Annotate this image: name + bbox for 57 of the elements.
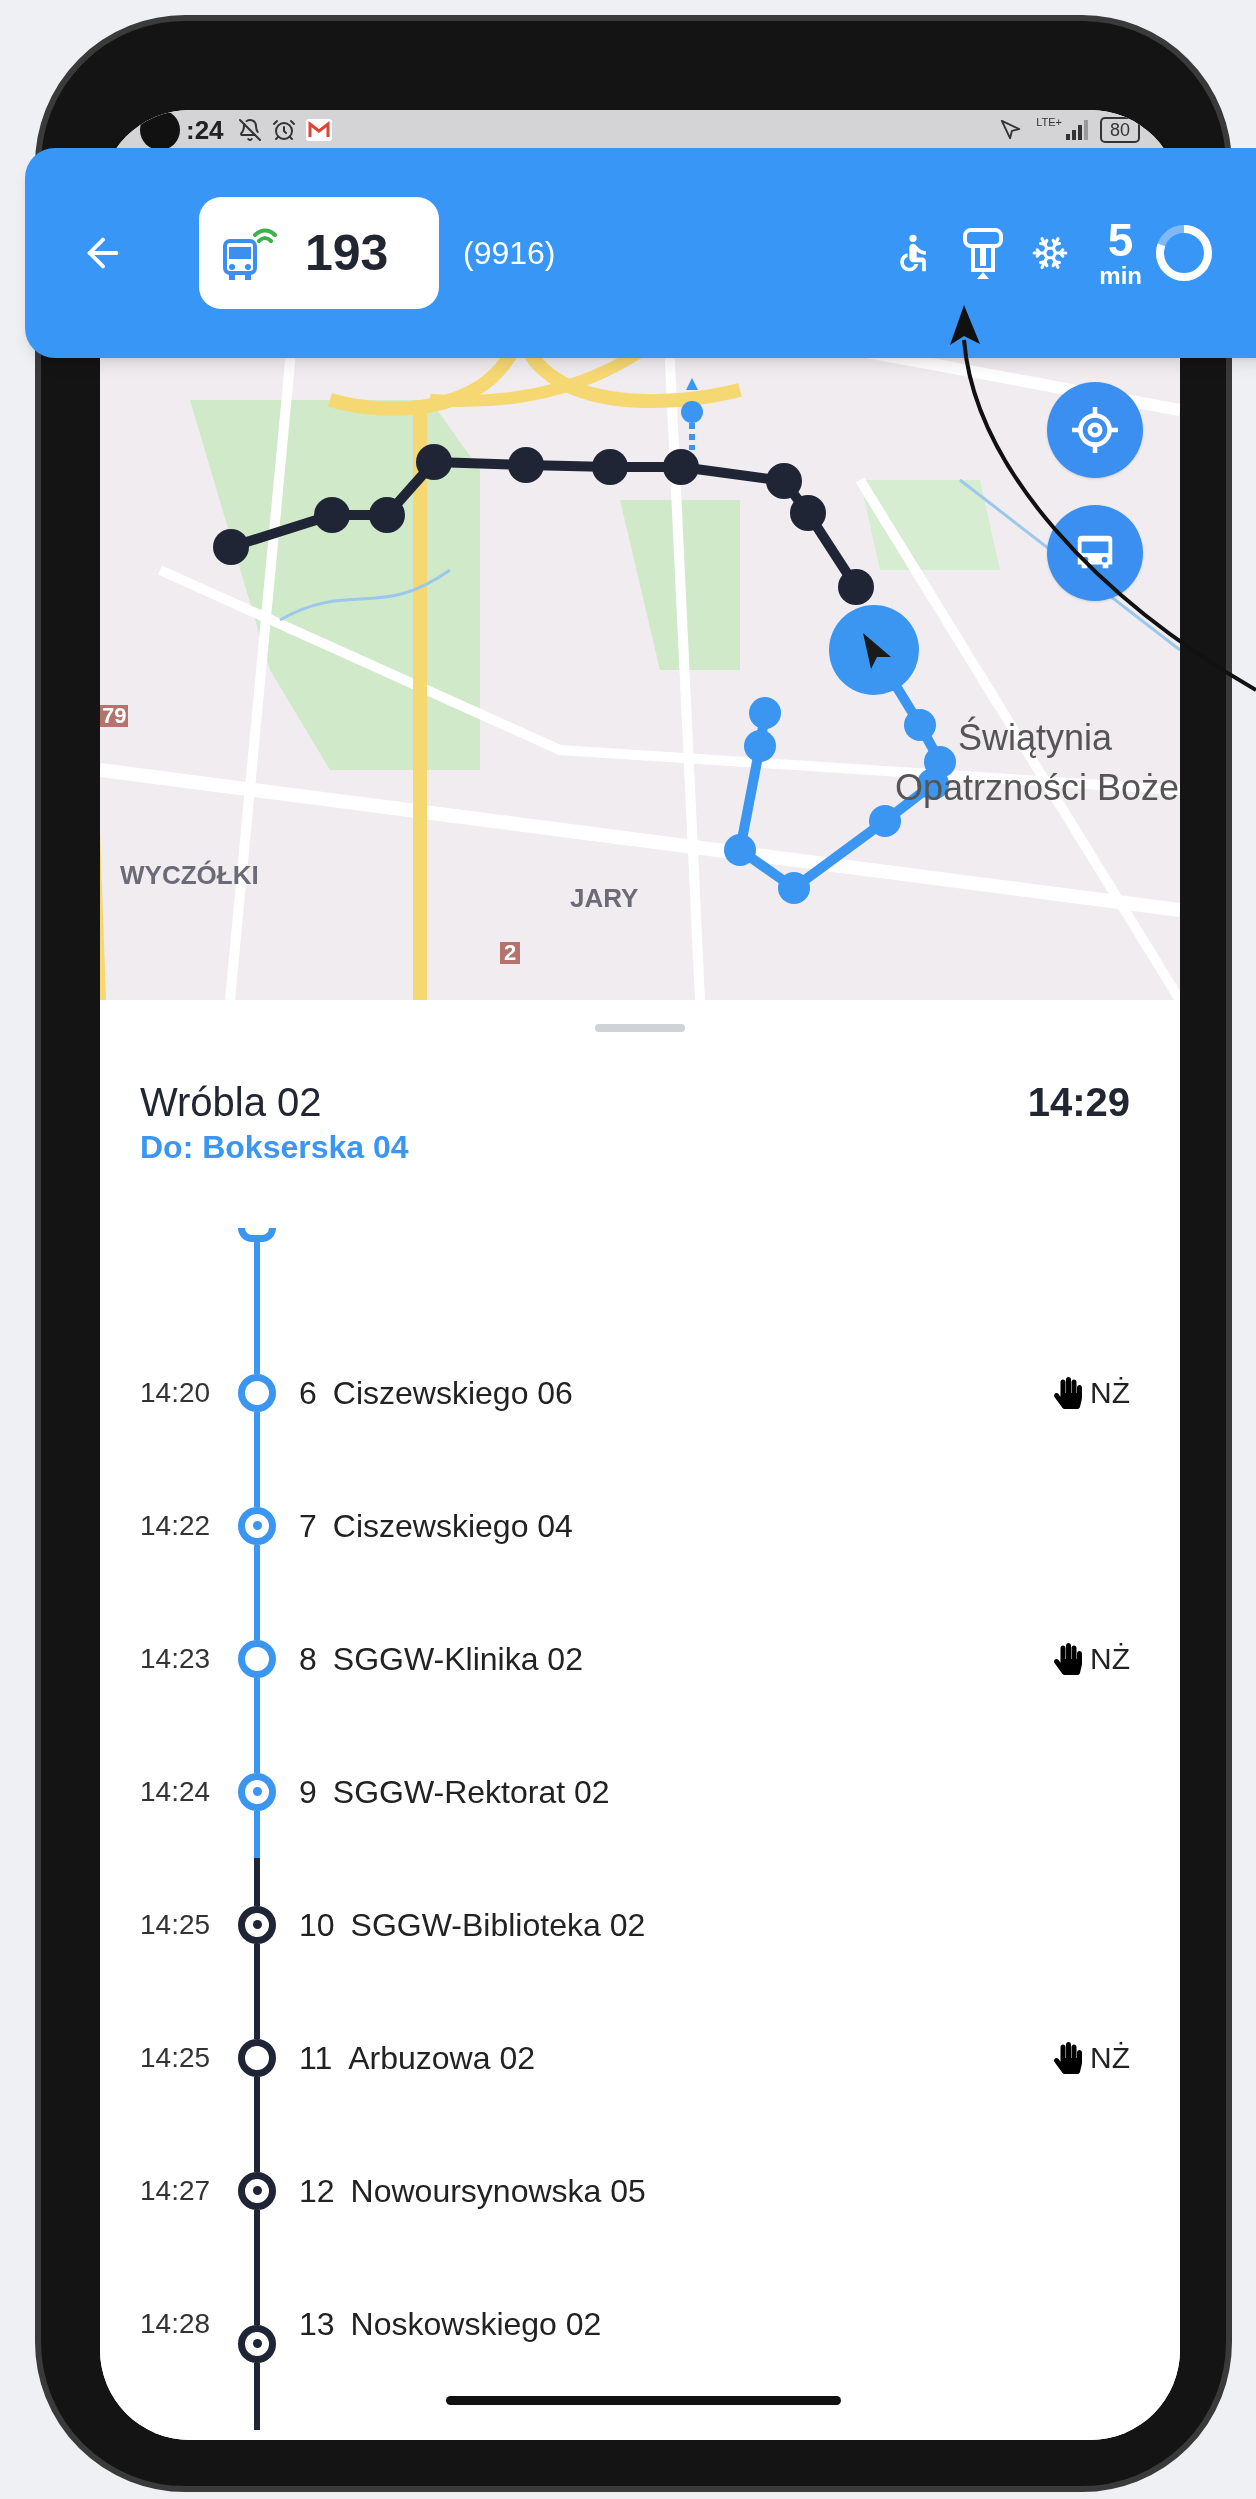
signal-icon [1063, 120, 1090, 140]
stop-name: Arbuzowa 02 [348, 2038, 536, 2078]
stop-time: 14:25 [140, 2040, 211, 2075]
stop-number: 12 [299, 2171, 335, 2211]
stop-time: 14:24 [140, 1774, 211, 1809]
stop-name: Nowoursynowska 05 [350, 2171, 647, 2211]
map-drawing[interactable] [100, 358, 1180, 1000]
status-time: :24 [186, 113, 224, 147]
map-label: JARY [570, 885, 639, 911]
camera-hole [140, 110, 180, 150]
stop-time: 14:25 [140, 1907, 211, 1942]
mail-icon [305, 119, 332, 141]
eta-unit: min [1099, 263, 1142, 289]
stop-number: 10 [299, 1905, 335, 1945]
stop-time: 14:22 [140, 1508, 211, 1543]
eta-value: 5 [1107, 217, 1134, 263]
arrival-time: 14:29 [1027, 1079, 1130, 1126]
stop-name: SGGW-Rektorat 02 [332, 1772, 611, 1812]
map-label: 2 [500, 942, 521, 964]
stop-time: 14:20 [140, 1375, 211, 1410]
location-icon [1000, 119, 1023, 141]
locate-icon [1070, 405, 1120, 455]
stop-time: 14:28 [140, 2306, 211, 2341]
stop-number: 9 [299, 1772, 317, 1812]
stop-number: 8 [299, 1639, 317, 1679]
drag-handle[interactable] [595, 1024, 685, 1032]
map-label: WYCZÓŁKI [120, 862, 259, 888]
hand-icon [1052, 2041, 1084, 2074]
stop-number: 7 [299, 1506, 317, 1546]
hand-icon [1052, 1376, 1084, 1409]
stop-number: 11 [299, 2038, 333, 2078]
line-number: 193 [305, 223, 389, 283]
map-label: 79 [100, 705, 129, 727]
network-type: LTE+ [1036, 115, 1062, 130]
stop-number: 13 [299, 2304, 335, 2344]
vehicle-number: (9916) [463, 234, 556, 273]
request-stop-label: NŻ [1090, 1641, 1130, 1677]
stop-name: SGGW-Biblioteka 02 [350, 1905, 647, 1945]
stop-time: 14:23 [140, 1641, 211, 1676]
timeline-segment [254, 2362, 260, 2430]
stop-name: Ciszewskiego 04 [332, 1506, 574, 1546]
snowflake-icon [1031, 234, 1070, 272]
alarm-icon [271, 118, 296, 142]
stop-title: Wróbla 02 [140, 1079, 323, 1126]
stop-name: Ciszewskiego 06 [332, 1373, 574, 1413]
battery-indicator: 80 [1099, 117, 1140, 143]
stop-number: 6 [299, 1373, 317, 1413]
request-stop-label: NŻ [1090, 1375, 1130, 1411]
direction-label: Do: Bokserska 04 [140, 1128, 409, 1167]
stop-time: 14:27 [140, 2173, 211, 2208]
bell-off-icon [237, 118, 262, 142]
request-stop-label: NŻ [1090, 2040, 1130, 2076]
stop-name: SGGW-Klinika 02 [332, 1639, 584, 1679]
stop-name: Noskowskiego 02 [350, 2304, 603, 2344]
ticket-machine-icon [961, 227, 1006, 279]
user-location-marker [681, 378, 703, 450]
hand-icon [1052, 1642, 1084, 1675]
